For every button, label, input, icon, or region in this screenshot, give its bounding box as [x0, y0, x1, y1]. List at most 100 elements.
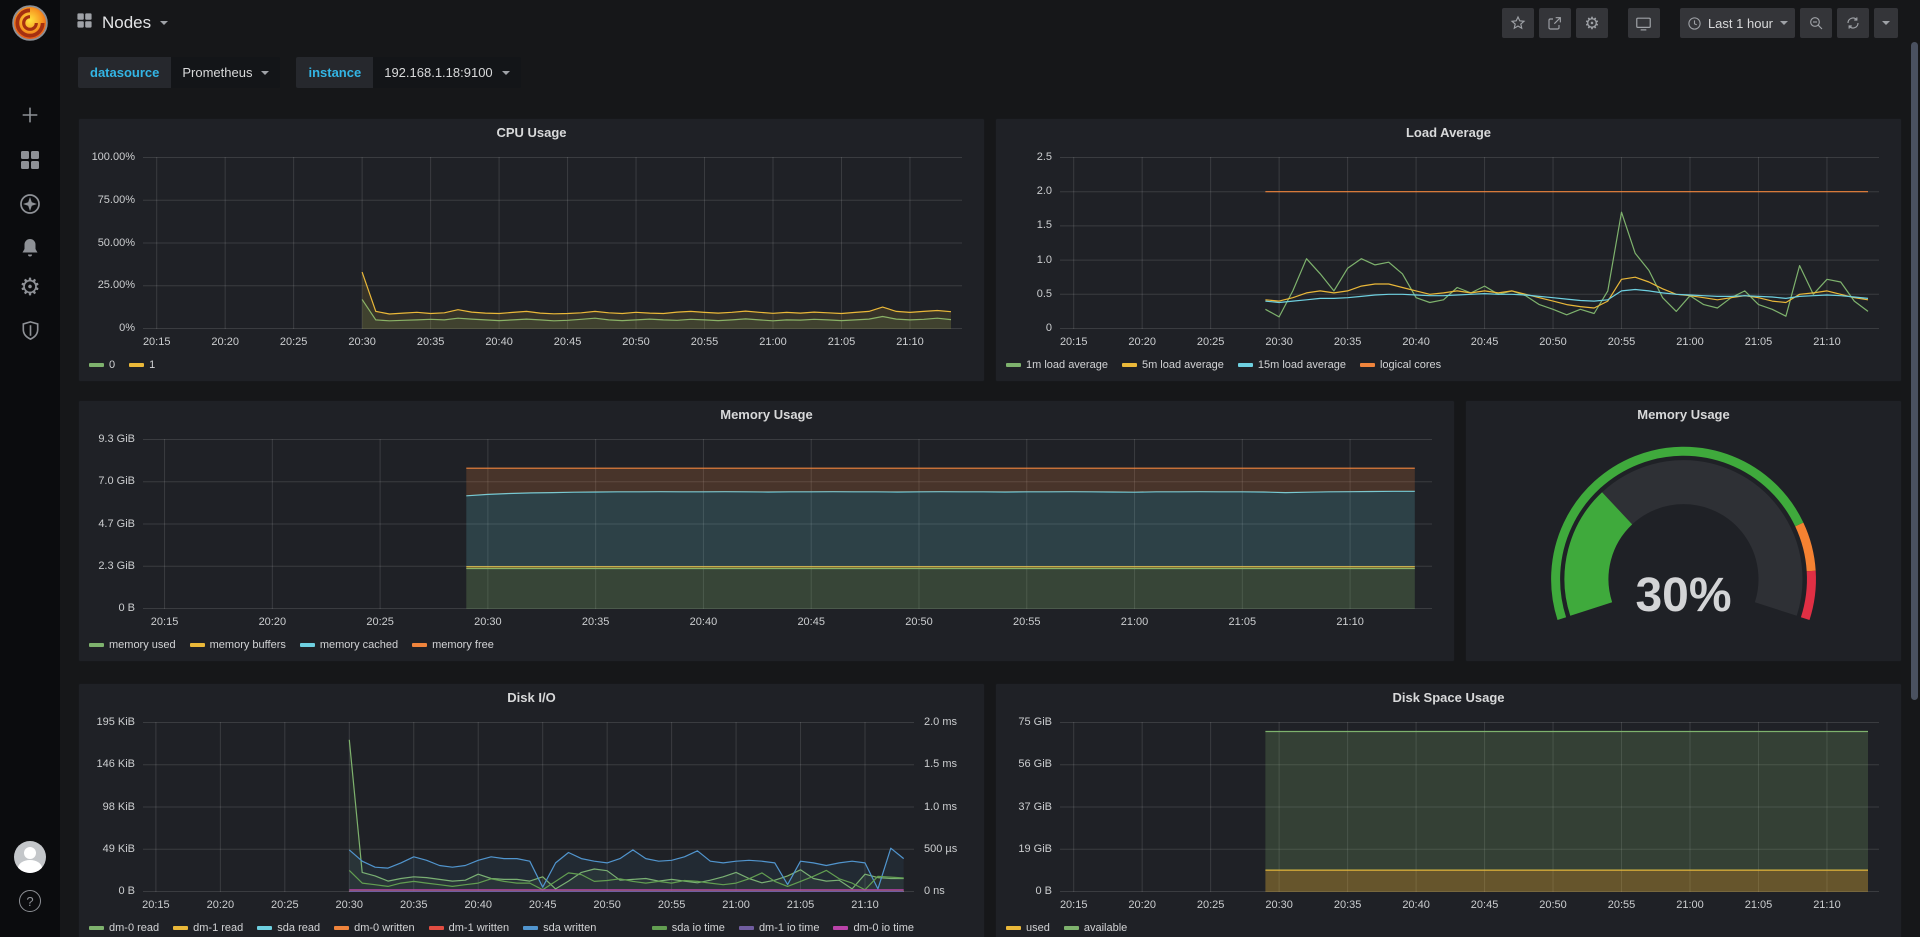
page-scrollbar[interactable] — [1911, 42, 1918, 700]
cpu-plot-area[interactable] — [143, 157, 962, 329]
x-tick-label: 20:20 — [196, 899, 244, 911]
legend-item[interactable]: dm-0 io time — [833, 922, 914, 934]
explore-icon[interactable] — [0, 192, 60, 216]
zoom-out-button[interactable] — [1800, 8, 1832, 38]
y-tick-label-right: 1.0 ms — [924, 801, 957, 813]
clock-icon — [1687, 16, 1702, 31]
grafana-logo[interactable] — [0, 4, 60, 42]
legend-item[interactable]: used — [1006, 922, 1050, 934]
x-tick-label: 20:55 — [1003, 616, 1051, 628]
variable-datasource[interactable]: datasource Prometheus — [78, 57, 280, 88]
x-tick-label: 21:00 — [1111, 616, 1159, 628]
x-tick-label: 20:20 — [248, 616, 296, 628]
legend-item[interactable]: dm-1 read — [173, 922, 243, 934]
x-tick-label: 20:30 — [325, 899, 373, 911]
legend-item[interactable]: sda written — [523, 922, 596, 934]
x-tick-label: 20:20 — [1118, 336, 1166, 348]
memory-usage-chart[interactable]: 9.3 GiB7.0 GiB4.7 GiB2.3 GiB0 B20:1520:2… — [87, 431, 1446, 655]
x-tick-label: 20:25 — [270, 336, 318, 348]
refresh-interval-dropdown[interactable] — [1874, 8, 1898, 38]
diskio-legend: dm-0 read dm-1 read sda read dm-0 written dm… — [89, 919, 914, 937]
x-tick-label: 20:45 — [1461, 899, 1509, 911]
legend-swatch — [1006, 363, 1021, 367]
legend-item[interactable]: memory used — [89, 639, 176, 651]
disk-space-chart[interactable]: 75 GiB56 GiB37 GiB19 GiB0 B20:1520:2020:… — [1004, 714, 1893, 937]
plus-icon[interactable] — [0, 104, 60, 126]
legend-item[interactable]: memory free — [412, 639, 494, 651]
legend-item[interactable]: dm-1 io time — [739, 922, 820, 934]
y-tick-label: 75 GiB — [1018, 716, 1052, 728]
x-tick-label: 20:45 — [1461, 336, 1509, 348]
panel-title[interactable]: CPU Usage — [79, 121, 984, 145]
legend-item[interactable]: dm-1 written — [429, 922, 510, 934]
x-tick-label: 21:05 — [817, 336, 865, 348]
panel-title[interactable]: Disk Space Usage — [996, 686, 1901, 710]
share-button[interactable] — [1539, 8, 1571, 38]
x-tick-label: 20:35 — [572, 616, 620, 628]
x-tick-label: 20:30 — [464, 616, 512, 628]
x-tick-label: 20:30 — [338, 336, 386, 348]
diskspace-plot-area[interactable] — [1060, 722, 1879, 892]
legend-item[interactable]: 0 — [89, 359, 115, 371]
time-range-picker[interactable]: Last 1 hour — [1680, 8, 1795, 38]
dashboard-title[interactable]: Nodes — [102, 13, 151, 33]
configuration-icon[interactable]: ⚙ — [0, 276, 60, 300]
legend-item[interactable]: 1m load average — [1006, 359, 1108, 371]
legend-item[interactable]: sda read — [257, 922, 320, 934]
chevron-down-icon — [1780, 21, 1788, 25]
legend-item[interactable]: 1 — [129, 359, 155, 371]
x-tick-label: 21:10 — [886, 336, 934, 348]
alerting-icon[interactable] — [0, 236, 60, 260]
load-average-chart[interactable]: 2.52.01.51.00.5020:1520:2020:2520:3020:3… — [1004, 149, 1893, 375]
dashboard-settings-button[interactable]: ⚙ — [1576, 8, 1608, 38]
legend-item[interactable]: sda io time — [652, 922, 725, 934]
x-tick-label: 21:05 — [1218, 616, 1266, 628]
x-tick-label: 20:40 — [454, 899, 502, 911]
legend-swatch — [652, 926, 667, 930]
legend-item[interactable]: memory cached — [300, 639, 398, 651]
legend-item[interactable]: dm-0 written — [334, 922, 415, 934]
legend-item[interactable]: memory buffers — [190, 639, 286, 651]
x-tick-label: 21:10 — [841, 899, 889, 911]
panel-memory-usage-graph: Memory Usage 9.3 GiB7.0 GiB4.7 GiB2.3 Gi… — [78, 400, 1455, 662]
star-button[interactable] — [1502, 8, 1534, 38]
mem-plot-area[interactable] — [143, 439, 1432, 609]
panel-load-average: Load Average 2.52.01.51.00.5020:1520:202… — [995, 118, 1902, 382]
x-tick-label: 20:50 — [1529, 899, 1577, 911]
cpu-usage-chart[interactable]: 100.00%75.00%50.00%25.00%0%20:1520:2020:… — [87, 149, 976, 375]
dashboards-icon[interactable] — [0, 148, 60, 172]
legend-item[interactable]: logical cores — [1360, 359, 1441, 371]
cycle-view-button[interactable] — [1628, 8, 1660, 38]
variable-value: Prometheus — [182, 65, 252, 80]
y-tick-label: 2.5 — [1037, 151, 1052, 163]
avatar[interactable] — [0, 841, 60, 873]
panel-title[interactable]: Load Average — [996, 121, 1901, 145]
memory-usage-gauge: 30% — [1474, 431, 1893, 655]
panel-title[interactable]: Disk I/O — [79, 686, 984, 710]
legend-item[interactable]: 15m load average — [1238, 359, 1346, 371]
x-tick-label: 20:35 — [1324, 899, 1372, 911]
x-tick-label: 20:35 — [390, 899, 438, 911]
load-legend: 1m load average 5m load average 15m load a… — [1006, 356, 1879, 374]
variable-value: 192.168.1.18:9100 — [384, 65, 492, 80]
disk-io-chart[interactable]: 195 KiB146 KiB98 KiB49 KiB0 B2.0 ms1.5 m… — [87, 714, 976, 937]
help-icon[interactable]: ? — [0, 890, 60, 912]
panel-title[interactable]: Memory Usage — [79, 403, 1454, 427]
legend-item[interactable]: available — [1064, 922, 1127, 934]
load-plot-area[interactable] — [1060, 157, 1879, 329]
variable-label: instance — [296, 57, 373, 88]
sidebar: ⚙ ? — [0, 0, 60, 937]
panel-title[interactable]: Memory Usage — [1466, 403, 1901, 427]
diskio-plot-area[interactable] — [143, 722, 914, 892]
x-tick-label: 20:15 — [133, 336, 181, 348]
chevron-down-icon — [1882, 21, 1890, 25]
server-admin-icon[interactable] — [0, 319, 60, 342]
y-tick-label: 37 GiB — [1018, 801, 1052, 813]
refresh-button[interactable] — [1837, 8, 1869, 38]
chevron-down-icon[interactable] — [160, 21, 168, 25]
legend-item[interactable]: 5m load average — [1122, 359, 1224, 371]
legend-swatch — [173, 926, 188, 930]
y-tick-label: 0 B — [118, 602, 135, 614]
variable-instance[interactable]: instance 192.168.1.18:9100 — [296, 57, 520, 88]
legend-item[interactable]: dm-0 read — [89, 922, 159, 934]
